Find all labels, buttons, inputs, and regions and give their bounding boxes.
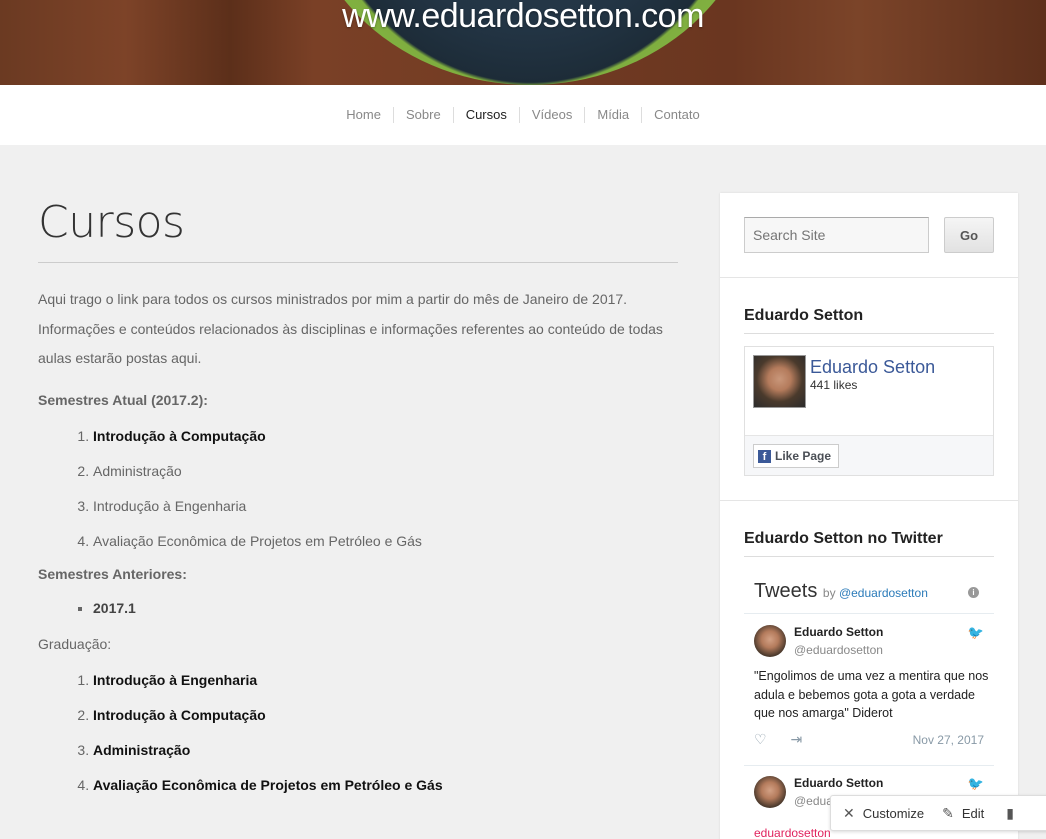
- list-item: Avaliação Econômica de Projetos em Petró…: [93, 775, 678, 795]
- tweet-text: "Engolimos de uma vez a mentira que nos …: [754, 669, 989, 720]
- main-navigation: Home Sobre Cursos Vídeos Mídia Contato: [0, 85, 1046, 145]
- twitter-widget-title: Eduardo Setton no Twitter: [744, 530, 994, 557]
- search-input[interactable]: [744, 217, 929, 253]
- course-link[interactable]: Introdução à Computação: [93, 428, 266, 444]
- intro-paragraph: Aqui trago o link para todos os cursos m…: [38, 291, 663, 366]
- avatar[interactable]: [754, 776, 786, 808]
- tweet-date[interactable]: Nov 27, 2017: [913, 733, 984, 747]
- current-semester-heading: Semestres Atual (2017.2):: [38, 391, 208, 408]
- by-label: by: [822, 586, 836, 600]
- stats-button[interactable]: ▮: [1006, 805, 1022, 822]
- facebook-likes-count: 441 likes: [810, 378, 858, 392]
- previous-semesters-heading: Semestres Anteriores:: [38, 565, 187, 582]
- list-item: Introdução à Computação: [93, 705, 678, 725]
- semester-link[interactable]: 2017.1: [93, 600, 136, 616]
- facebook-icon: f: [758, 449, 771, 463]
- divider: [744, 765, 994, 766]
- tweet-author[interactable]: Eduardo Setton: [794, 625, 883, 639]
- share-icon[interactable]: ⇥: [790, 731, 802, 747]
- nav-item-videos[interactable]: Vídeos: [518, 107, 584, 123]
- main-content: Cursos Aqui trago o link para todos os c…: [38, 190, 678, 810]
- info-icon[interactable]: i: [968, 587, 979, 598]
- tweet-actions: ♡ ⇥ Nov 27, 2017: [754, 731, 989, 748]
- avatar[interactable]: [754, 625, 786, 657]
- course-link[interactable]: Avaliação Econômica de Projetos em Petró…: [93, 777, 443, 793]
- course-label: Introdução à Engenharia: [93, 497, 247, 514]
- graduation-courses-list: Introdução à Engenharia Introdução à Com…: [38, 670, 678, 795]
- list-item: Administração: [93, 740, 678, 760]
- tools-icon: ✕: [843, 804, 855, 821]
- pencil-icon: ✎: [942, 804, 954, 821]
- twitter-bird-icon[interactable]: 🐦: [968, 625, 984, 641]
- course-label: Administração: [93, 462, 182, 479]
- list-item: Introdução à Engenharia: [93, 496, 678, 516]
- current-courses-list: Introdução à Computação Administração In…: [38, 426, 678, 551]
- list-item: Introdução à Engenharia: [93, 670, 678, 690]
- nav-item-home[interactable]: Home: [334, 107, 393, 123]
- graduation-label: Graduação:: [38, 635, 112, 652]
- facebook-page-plugin: Eduardo Setton 441 likes f Like Page: [744, 346, 994, 476]
- facebook-widget-title: Eduardo Setton: [744, 307, 994, 334]
- search-go-button[interactable]: Go: [944, 217, 994, 253]
- site-title[interactable]: www.eduardosetton.com: [0, 0, 1046, 36]
- avatar[interactable]: [753, 355, 806, 408]
- course-label: Avaliação Econômica de Projetos em Petró…: [93, 532, 422, 549]
- list-item: 2017.1: [93, 600, 678, 616]
- sidebar: Go Eduardo Setton Eduardo Setton 441 lik…: [720, 193, 1018, 839]
- admin-toolbar: ✕ Customize ✎ Edit ▮: [830, 795, 1046, 831]
- tweet-handle[interactable]: @edua: [794, 794, 833, 808]
- tweets-header: Tweets by @eduardosetton: [754, 580, 928, 603]
- heart-icon[interactable]: ♡: [754, 731, 767, 747]
- tweet-author[interactable]: Eduardo Setton: [794, 776, 883, 790]
- divider: [720, 500, 1018, 501]
- edit-label: Edit: [961, 805, 985, 821]
- nav-item-midia[interactable]: Mídia: [584, 107, 641, 123]
- course-link[interactable]: Administração: [93, 742, 190, 758]
- list-item: Avaliação Econômica de Projetos em Petró…: [93, 531, 678, 551]
- list-item: Administração: [93, 461, 678, 481]
- hero-banner: www.eduardosetton.com: [0, 0, 1046, 85]
- customize-label: Customize: [862, 805, 925, 821]
- twitter-handle-link[interactable]: @eduardosetton: [839, 586, 928, 600]
- divider: [720, 277, 1018, 278]
- facebook-page-name[interactable]: Eduardo Setton: [810, 357, 935, 378]
- previous-semesters-list: 2017.1: [38, 600, 678, 616]
- facebook-plugin-footer: f Like Page: [745, 435, 993, 475]
- customize-button[interactable]: ✕ Customize: [843, 805, 924, 822]
- nav-item-sobre[interactable]: Sobre: [392, 107, 453, 123]
- divider: [744, 613, 994, 614]
- list-item: Introdução à Computação: [93, 426, 678, 446]
- nav-item-cursos[interactable]: Cursos: [452, 107, 519, 123]
- nav-item-contato[interactable]: Contato: [641, 107, 712, 123]
- tweet-handle[interactable]: @eduardosetton: [794, 643, 883, 657]
- search-form: Go: [744, 217, 994, 253]
- course-link[interactable]: Introdução à Engenharia: [93, 672, 257, 688]
- page-title: Cursos: [38, 190, 678, 263]
- like-page-button[interactable]: f Like Page: [753, 444, 840, 468]
- bar-chart-icon: ▮: [1006, 804, 1015, 821]
- like-page-label: Like Page: [775, 449, 832, 463]
- twitter-bird-icon[interactable]: 🐦: [968, 776, 984, 792]
- tweet-link[interactable]: eduardosetton: [754, 826, 831, 839]
- tweets-header-label: Tweets: [754, 580, 818, 602]
- edit-button[interactable]: ✎ Edit: [942, 805, 984, 822]
- course-link[interactable]: Introdução à Computação: [93, 707, 266, 723]
